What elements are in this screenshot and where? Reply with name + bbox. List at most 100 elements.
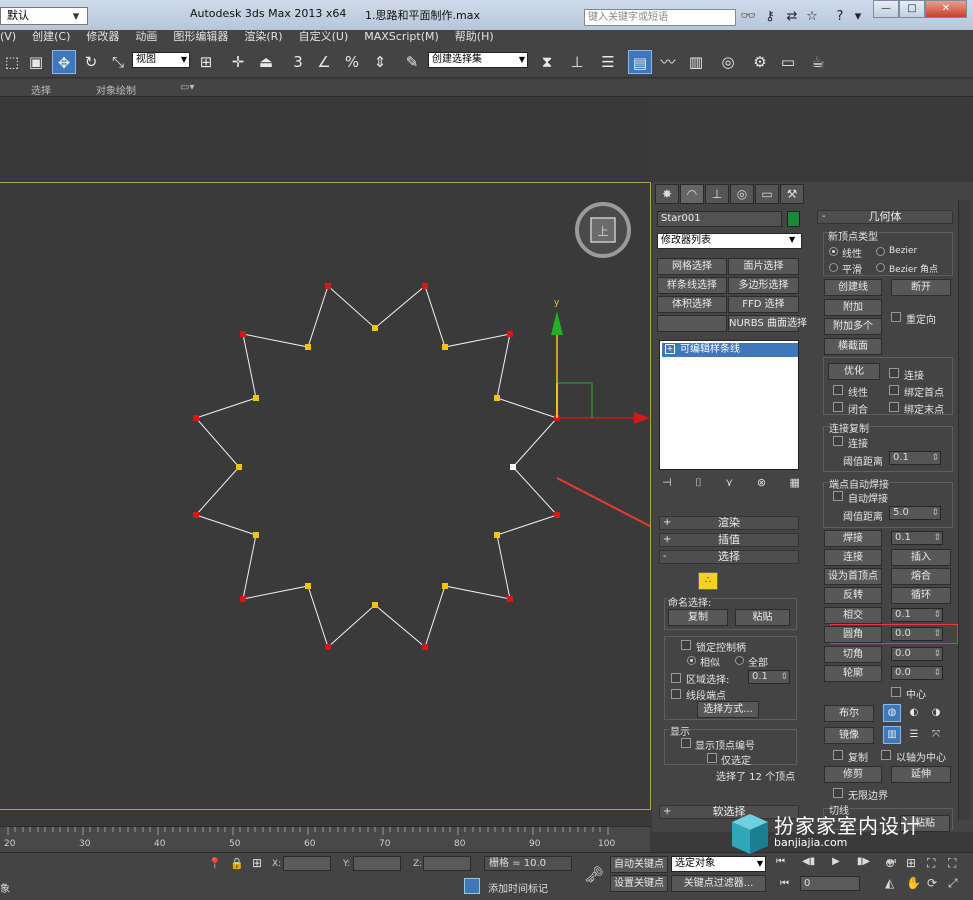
y-coordinate-field[interactable] [353, 856, 401, 871]
mirror-button[interactable]: 镜像 [824, 727, 874, 744]
fillet-spinner[interactable]: 0.0 [891, 627, 943, 641]
volume-select-button[interactable]: 体积选择 [657, 296, 727, 313]
fuse-button[interactable]: 熔合 [891, 568, 951, 585]
close-button[interactable]: ✕ [925, 0, 967, 18]
copy-selection-button[interactable]: 复制 [668, 609, 728, 626]
show-vertex-numbers-checkbox[interactable] [681, 738, 691, 748]
manipulate-icon[interactable]: ✛ [226, 50, 250, 74]
material-editor-icon[interactable]: ◎ [716, 50, 740, 74]
reorient-checkbox[interactable] [891, 312, 901, 322]
menu-create[interactable]: 创建(C) [32, 30, 70, 45]
outline-spinner[interactable]: 0.0 [891, 666, 943, 680]
object-color-swatch[interactable] [787, 211, 800, 227]
rollout-expand-icon[interactable]: + [663, 534, 671, 545]
mirror-both-icon[interactable]: ⤧ [927, 726, 945, 744]
select-move-icon[interactable]: ✥ [52, 50, 76, 74]
rollout-render[interactable]: 渲染 [659, 516, 799, 530]
maximize-viewport-icon[interactable]: ⤢ [948, 876, 969, 896]
edit-named-selection-icon[interactable]: ✎ [400, 50, 424, 74]
outline-button[interactable]: 轮廓 [824, 665, 882, 682]
menu-animation[interactable]: 动画 [135, 30, 157, 45]
binoculars-icon[interactable]: 👓 [740, 9, 756, 25]
menu-customize[interactable]: 自定义(U) [299, 30, 349, 45]
help-icon[interactable]: ? [832, 9, 848, 25]
ribbon-tab-select[interactable]: 选择 [31, 82, 51, 97]
window-crossing-icon[interactable]: ▣ [24, 50, 48, 74]
poly-select-button[interactable]: 多边形选择 [728, 277, 799, 294]
command-panel-scrollbar[interactable] [958, 200, 970, 820]
chamfer-button[interactable]: 切角 [824, 646, 882, 663]
spline-select-button[interactable]: 样条线选择 [657, 277, 727, 294]
expand-icon[interactable]: + [665, 344, 675, 354]
viewcube[interactable]: 上 [575, 202, 631, 258]
chevron-down-icon[interactable]: ▼ [789, 235, 795, 244]
stack-item-editable-spline[interactable]: 可编辑样条线 [662, 343, 798, 357]
render-setup-icon[interactable]: ⚙ [748, 50, 772, 74]
configure-sets-icon[interactable]: ▦ [790, 476, 800, 492]
select-region-icon[interactable]: ⬚ [0, 50, 24, 74]
patch-select-button[interactable]: 面片选择 [728, 258, 799, 275]
current-frame-field[interactable]: 0 [800, 876, 860, 891]
rollout-geometry[interactable]: 几何体 [817, 210, 953, 224]
show-end-result-icon[interactable]: ⌷ [695, 476, 702, 492]
empty-modifier-button[interactable] [657, 315, 727, 332]
mirror-icon[interactable]: ⧗ [535, 50, 559, 74]
threshold-spinner[interactable]: 0.1 [889, 451, 941, 465]
render-teapot-icon[interactable]: ☕ [806, 50, 830, 74]
menu-graph-editors[interactable]: 图形编辑器 [173, 30, 228, 45]
weld-button[interactable]: 焊接 [824, 530, 882, 547]
boolean-button[interactable]: 布尔 [824, 705, 874, 722]
set-key-icon[interactable]: 🗝 [584, 865, 604, 884]
intersect-icon[interactable]: ◑ [927, 704, 945, 722]
rollout-expand-icon[interactable]: + [663, 517, 671, 528]
time-tag-icon[interactable] [464, 878, 480, 894]
cycle-button[interactable]: 循环 [891, 587, 951, 604]
area-select-checkbox[interactable] [671, 673, 681, 683]
modify-tab-icon[interactable]: ◠ [680, 184, 704, 204]
bezier-corner-radio[interactable] [876, 263, 885, 272]
motion-tab-icon[interactable]: ◎ [730, 184, 754, 204]
auto-key-button[interactable]: 自动关键点 [610, 856, 668, 873]
lock-handles-checkbox[interactable] [681, 640, 691, 650]
object-name-field[interactable]: Star001 [657, 211, 782, 227]
hierarchy-tab-icon[interactable]: ⊥ [705, 184, 729, 204]
angle-snap-icon[interactable]: ∠ [312, 50, 336, 74]
key-filters-button[interactable]: 关键点过滤器... [671, 875, 766, 892]
menu-modifiers[interactable]: 修改器 [86, 30, 119, 45]
linear-refine-checkbox[interactable] [833, 385, 843, 395]
pin-icon[interactable]: 📍 [208, 857, 222, 870]
ffd-select-button[interactable]: FFD 选择 [728, 296, 799, 313]
key-mode-icon[interactable]: ⏮ [780, 878, 789, 889]
transform-gizmo[interactable]: y [551, 298, 650, 424]
star-icon[interactable]: ☆ [804, 9, 820, 25]
spinner-snap-icon[interactable]: ⇕ [368, 50, 392, 74]
rollout-selection[interactable]: 选择 [659, 550, 799, 564]
cross-insert-spinner[interactable]: 0.1 [891, 608, 943, 622]
lock-icon[interactable]: 🔒 [230, 857, 244, 870]
segment-end-checkbox[interactable] [671, 689, 681, 699]
insert-button[interactable]: 插入 [891, 549, 951, 566]
utilities-tab-icon[interactable]: ⚒ [780, 184, 804, 204]
break-button[interactable]: 断开 [891, 279, 951, 296]
extend-button[interactable]: 延伸 [891, 766, 951, 783]
add-time-tag[interactable]: 添加时间标记 [488, 880, 548, 895]
make-first-button[interactable]: 设为首顶点 [824, 568, 882, 585]
set-key-button[interactable]: 设置关键点 [610, 875, 668, 892]
bind-first-checkbox[interactable] [889, 385, 899, 395]
auto-weld-checkbox[interactable] [833, 491, 843, 501]
rollout-interpolation[interactable]: 插值 [659, 533, 799, 547]
ribbon-tab-paint[interactable]: 对象绘制 [96, 82, 136, 97]
remove-modifier-icon[interactable]: ⊗ [757, 476, 766, 492]
percent-snap-icon[interactable]: % [340, 50, 364, 74]
pivot-center-icon[interactable]: ⊞ [194, 50, 218, 74]
rollout-collapse-icon[interactable]: - [822, 211, 826, 222]
connect-button[interactable]: 连接 [824, 549, 882, 566]
select-scale-icon[interactable]: ⤡ [106, 50, 130, 74]
linear-radio[interactable] [829, 247, 838, 256]
vertex-mode-icon[interactable]: ∴ [698, 572, 718, 590]
weld-threshold-spinner[interactable]: 5.0 [889, 506, 941, 520]
exchange-icon[interactable]: ⇄ [784, 9, 800, 25]
chevron-down-icon[interactable]: ▾ [68, 9, 84, 25]
maximize-button[interactable]: □ [899, 0, 925, 18]
keyboard-shortcut-icon[interactable]: ⏏ [254, 50, 278, 74]
